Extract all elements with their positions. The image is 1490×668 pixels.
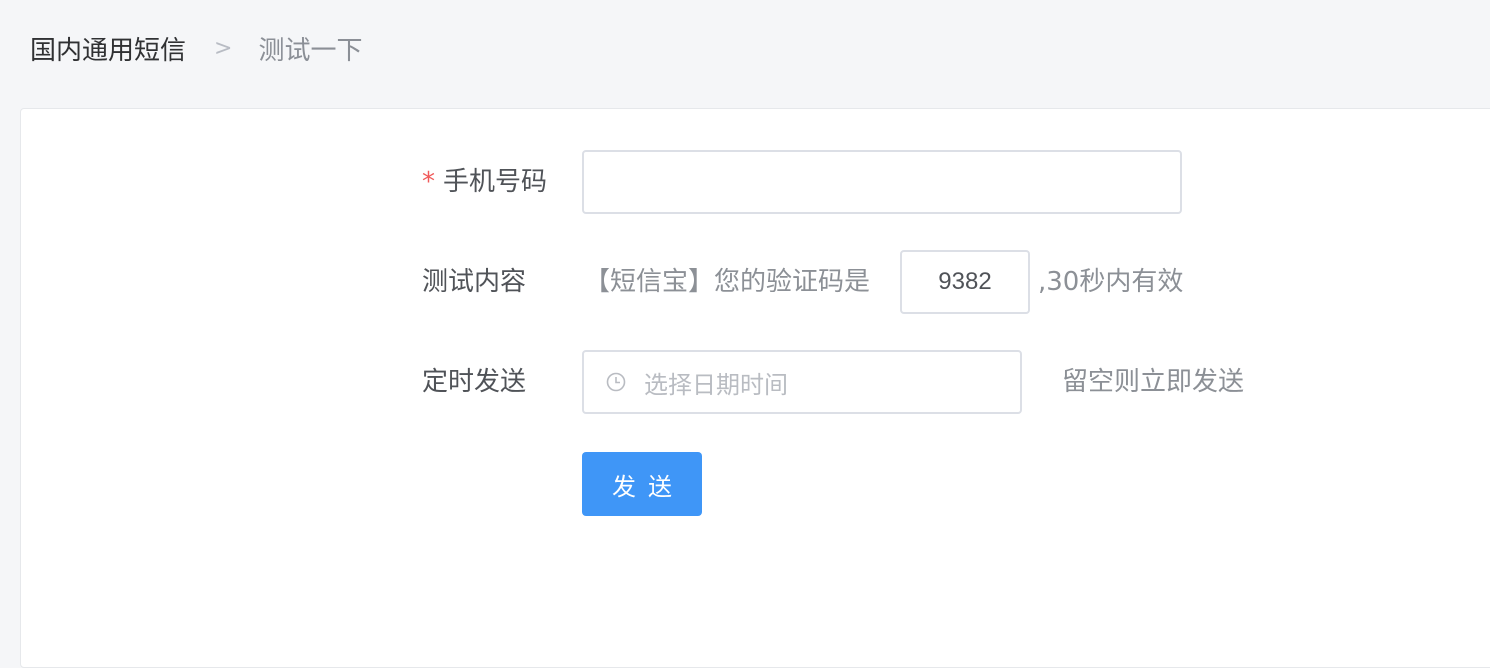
phone-input[interactable]: [582, 150, 1182, 214]
phone-label: * 手机号码: [422, 150, 547, 214]
required-mark: *: [422, 167, 435, 197]
breadcrumb-item-sms[interactable]: 国内通用短信: [30, 30, 186, 67]
content-prefix: 【短信宝】您的验证码是: [584, 267, 871, 297]
send-button[interactable]: 发送: [582, 452, 702, 516]
breadcrumb-item-current: 测试一下: [258, 35, 363, 66]
schedule-hint: 留空则立即发送: [1062, 367, 1245, 397]
content-suffix: ,30秒内有效: [1038, 267, 1184, 297]
phone-label-text: 手机号码: [443, 167, 548, 197]
code-input-value: 9382: [938, 268, 992, 295]
content-label: 测试内容: [422, 267, 527, 297]
code-input[interactable]: 9382: [900, 250, 1030, 314]
clock-icon: [606, 372, 626, 392]
datetime-picker-inner: 选择日期时间: [606, 352, 788, 412]
datetime-picker[interactable]: 选择日期时间: [582, 350, 1022, 414]
schedule-label: 定时发送: [422, 367, 527, 397]
datetime-placeholder: 选择日期时间: [644, 370, 788, 399]
breadcrumb: 国内通用短信 > 测试一下: [30, 30, 362, 66]
breadcrumb-separator: >: [214, 35, 233, 61]
